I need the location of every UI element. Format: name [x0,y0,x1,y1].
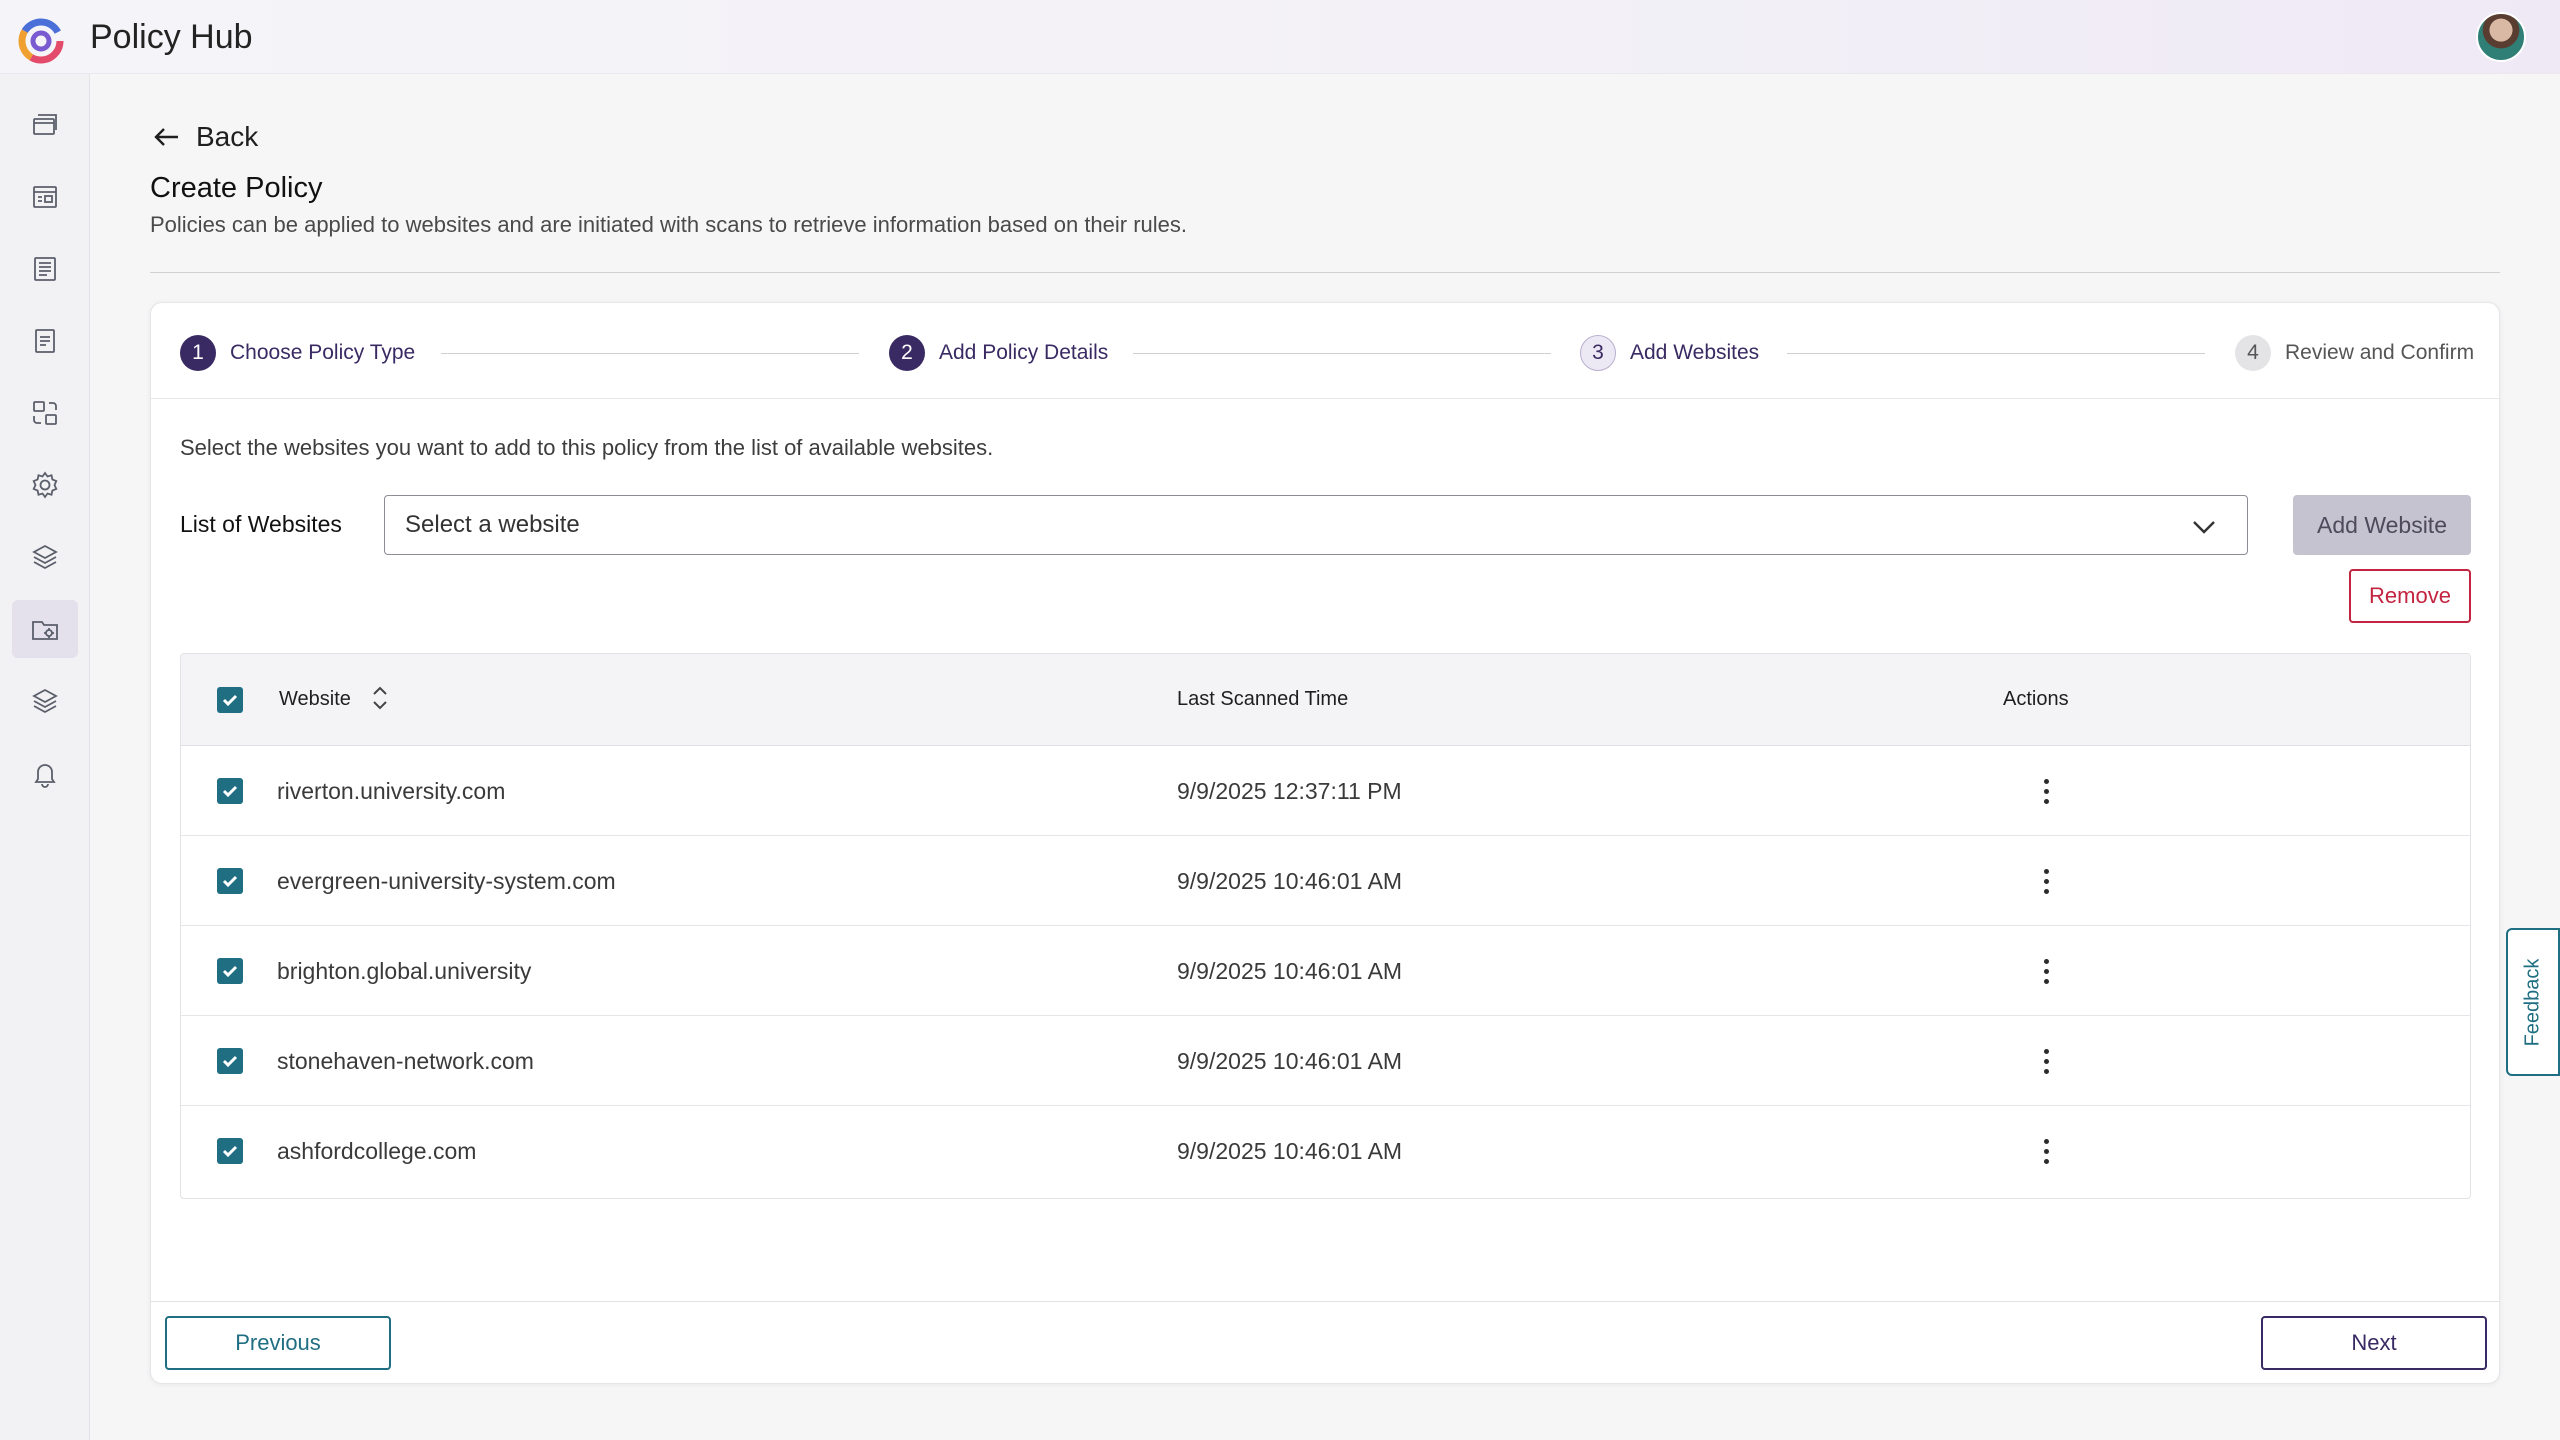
arrow-left-icon [154,128,178,146]
step-connector [441,353,859,354]
column-header-last-scanned: Last Scanned Time [1177,688,1349,710]
instruction-text: Select the websites you want to add to t… [180,435,994,460]
user-avatar[interactable] [2476,12,2526,62]
last-scanned-cell: 9/9/2025 10:46:01 AM [1177,1138,1403,1164]
feedback-label: Feedback [2521,958,2544,1046]
wizard-card: 1 Choose Policy Type 2 Add Policy Detail… [150,302,2500,1384]
sidebar-item-documents[interactable] [12,312,78,370]
last-scanned-cell: 9/9/2025 10:46:01 AM [1177,1048,1403,1074]
row-actions-kebab-icon[interactable] [2031,1131,2061,1171]
website-cell: riverton.university.com [277,778,506,804]
table-row: stonehaven-network.com 9/9/2025 10:46:01… [181,1016,2470,1106]
step-review-and-confirm[interactable]: 4 Review and Confirm [2235,335,2474,371]
row-actions-kebab-icon[interactable] [2031,861,2061,901]
sidebar-item-scans[interactable] [12,384,78,442]
sidebar-item-layers[interactable] [12,528,78,586]
website-select-placeholder: Select a website [405,511,580,538]
checkmark-icon [222,785,238,798]
checkmark-icon [222,965,238,978]
sidebar-item-reports[interactable] [12,240,78,298]
column-header-actions: Actions [2003,688,2069,710]
back-link[interactable]: Back [150,120,258,154]
app-logo-icon[interactable] [14,14,68,68]
row-checkbox[interactable] [217,958,243,984]
step-add-policy-details[interactable]: 2 Add Policy Details [889,335,1108,371]
last-scanned-cell: 9/9/2025 10:46:01 AM [1177,958,1403,984]
step-label: Add Policy Details [939,341,1109,364]
policy-folder-icon [32,621,58,640]
step-number: 1 [180,335,216,371]
step-label: Choose Policy Type [230,341,416,364]
stepper: 1 Choose Policy Type 2 Add Policy Detail… [151,303,2499,399]
sidebar-item-notifications[interactable] [12,744,78,802]
row-actions-kebab-icon[interactable] [2031,1041,2061,1081]
table-header: Website Last Scanned Time Actions [181,654,2470,746]
row-checkbox[interactable] [217,1138,243,1164]
table-row: brighton.global.university 9/9/2025 10:4… [181,926,2470,1016]
next-button[interactable]: Next [2261,1316,2487,1370]
sidebar-item-dashboard[interactable] [12,168,78,226]
website-cell: brighton.global.university [277,958,532,984]
page-description: Policies can be applied to websites and … [150,212,1188,237]
column-header-website: Website [279,688,351,710]
step-connector [1787,353,2205,354]
websites-table: Website Last Scanned Time Actions rivert… [180,653,2471,1199]
remove-button[interactable]: Remove [2349,569,2471,623]
step-label: Add Websites [1630,341,1760,364]
row-checkbox[interactable] [217,1048,243,1074]
step-add-websites[interactable]: 3 Add Websites [1580,335,1759,371]
sidebar-item-policies[interactable] [12,600,78,658]
previous-button[interactable]: Previous [165,1316,391,1370]
layers-icon [32,688,58,714]
step-number: 4 [2235,335,2271,371]
website-cell: stonehaven-network.com [277,1048,534,1074]
row-actions-kebab-icon[interactable] [2031,771,2061,811]
checkmark-icon [222,1145,238,1158]
layers-icon [32,544,58,570]
sidebar-item-windows[interactable] [12,96,78,154]
website-cell: evergreen-university-system.com [277,868,616,894]
select-all-checkbox[interactable] [217,687,243,713]
step-number: 3 [1580,335,1616,371]
step-label: Review and Confirm [2285,341,2475,364]
header-divider [150,272,2500,273]
checkmark-icon [222,875,238,888]
bell-icon [34,764,56,788]
sidebar [0,74,90,1440]
document-icon [35,329,55,353]
list-of-websites-label: List of Websites [180,511,342,537]
report-icon [34,257,56,281]
table-row: evergreen-university-system.com 9/9/2025… [181,836,2470,926]
top-bar: Policy Hub [0,0,2560,74]
sidebar-item-layers-2[interactable] [12,672,78,730]
app-title: Policy Hub [90,18,253,56]
scan-icon [33,401,57,425]
table-row: riverton.university.com 9/9/2025 12:37:1… [181,746,2470,836]
gear-icon [32,471,58,499]
row-actions-kebab-icon[interactable] [2031,951,2061,991]
stacked-windows-icon [33,114,57,135]
website-select[interactable]: Select a website [384,495,2248,555]
row-checkbox[interactable] [217,868,243,894]
last-scanned-cell: 9/9/2025 10:46:01 AM [1177,868,1403,894]
row-checkbox[interactable] [217,778,243,804]
card-footer-divider [151,1301,2499,1302]
sort-icon[interactable] [369,684,391,717]
last-scanned-cell: 9/9/2025 12:37:11 PM [1177,778,1402,804]
page-title: Create Policy [150,172,323,204]
chevron-down-icon [2193,521,2215,534]
checkmark-icon [222,1055,238,1068]
add-website-button[interactable]: Add Website [2293,495,2471,555]
step-number: 2 [889,335,925,371]
step-choose-policy-type[interactable]: 1 Choose Policy Type [180,335,415,371]
table-row: ashfordcollege.com 9/9/2025 10:46:01 AM [181,1106,2470,1196]
feedback-tab[interactable]: Feedback [2506,928,2560,1076]
dashboard-icon [33,186,57,208]
sidebar-item-settings[interactable] [12,456,78,514]
step-connector [1133,353,1551,354]
checkmark-icon [222,694,238,707]
website-cell: ashfordcollege.com [277,1138,477,1164]
back-label: Back [196,121,259,152]
